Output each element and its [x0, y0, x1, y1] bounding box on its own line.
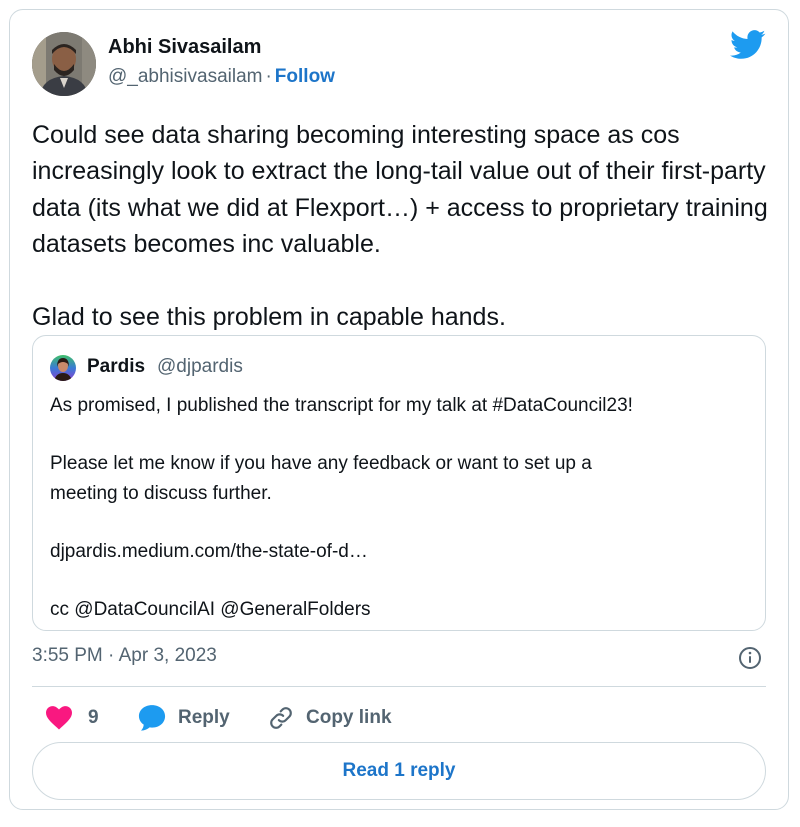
quoted-author-name[interactable]: Pardis	[87, 356, 145, 378]
like-count: 9	[88, 707, 99, 728]
author-handle[interactable]: @_abhisivasailam	[108, 66, 262, 87]
copy-link-button[interactable]: Copy link	[268, 700, 392, 736]
user-photo-icon	[50, 355, 76, 381]
user-photo-icon	[32, 32, 96, 96]
author-name[interactable]: Abhi Sivasailam	[108, 36, 261, 59]
link-icon	[270, 707, 292, 729]
quoted-tweet[interactable]: Pardis @djpardis As promised, I publishe…	[32, 335, 766, 631]
read-replies-button[interactable]: Read 1 reply	[32, 742, 766, 800]
twitter-bird-icon[interactable]	[730, 30, 766, 60]
quoted-tweet-text: As promised, I published the transcript …	[50, 395, 633, 621]
heart-icon	[46, 706, 72, 730]
separator: ·	[265, 66, 272, 87]
quoted-author-handle[interactable]: @djpardis	[157, 356, 243, 378]
action-bar: 9 Reply Copy link	[32, 700, 772, 736]
follow-button[interactable]: Follow	[275, 66, 335, 87]
tweet-text: Could see data sharing becoming interest…	[32, 121, 768, 332]
copy-link-label: Copy link	[306, 707, 392, 728]
reply-button[interactable]: Reply	[138, 700, 230, 736]
author-avatar[interactable]	[32, 32, 96, 96]
author-handle-line: @_abhisivasailam · Follow	[108, 66, 335, 88]
quoted-author-avatar[interactable]	[50, 355, 76, 381]
tweet-timestamp[interactable]: 3:55 PM · Apr 3, 2023	[32, 645, 217, 667]
tweet-card: Abhi Sivasailam @_abhisivasailam · Follow …	[9, 9, 789, 810]
info-icon[interactable]	[738, 646, 762, 670]
like-button[interactable]: 9	[46, 700, 99, 736]
divider	[32, 686, 766, 687]
reply-bubble-icon	[138, 705, 166, 731]
reply-label: Reply	[178, 707, 230, 728]
